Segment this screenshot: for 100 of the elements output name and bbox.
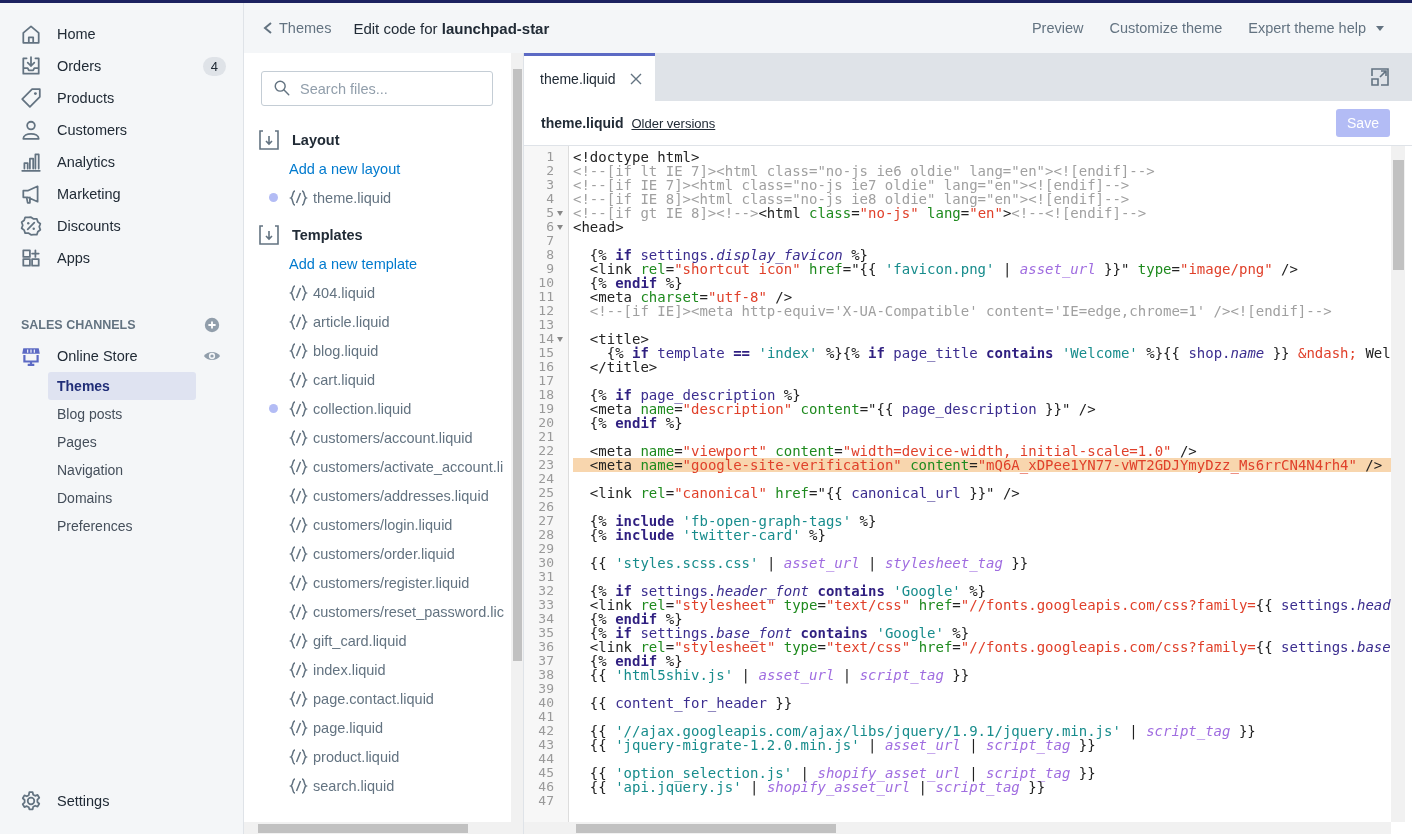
line-number: 20 [537,416,554,430]
discount-icon [20,215,42,237]
nav-item[interactable]: Products [0,82,243,114]
file-link[interactable]: collection.liquid [313,400,412,417]
file-link[interactable]: page.contact.liquid [313,690,434,707]
code-line: <link rel="stylesheet" type="text/css" href="//fonts.googleapis.com/css?family={{ settings.base [588,640,1391,654]
code-line: {% endif %} [588,612,683,626]
header-link[interactable]: Expert theme help [1248,20,1384,36]
file-link[interactable]: customers/reset_password.lic [313,603,504,620]
line-number: 30 [537,556,554,570]
code-line: {{ 'option_selection.js' | shopify_asset_url | script_tag }} [588,766,1097,780]
file-link[interactable]: gift_card.liquid [313,632,407,649]
file-title: theme.liquid [541,115,624,131]
line-number: 39 [537,682,554,696]
code-icon [289,486,308,505]
count-badge: 4 [202,56,226,76]
nav-item[interactable]: Customers [0,114,243,146]
code-icon [289,370,308,389]
back-link[interactable]: Themes [258,16,336,40]
line-number: 9 [545,262,554,276]
line-number: 27 [537,514,554,528]
editor-tab[interactable]: theme.liquid [524,53,655,101]
code-editor[interactable] [524,146,1391,822]
code-icon [289,312,308,331]
line-number: 7 [545,234,554,248]
nav-item[interactable]: Discounts [0,210,243,242]
nav-subitem[interactable]: Pages [48,428,196,456]
header-link[interactable]: Preview [1031,20,1084,36]
nav-item[interactable]: Apps [0,242,243,274]
line-number: 33 [537,598,554,612]
line-number: 32 [537,584,554,598]
older-versions-link[interactable]: Older versions [631,115,716,131]
expand-icon[interactable] [1369,66,1391,88]
add-icon[interactable] [203,316,221,334]
nav-subitem[interactable]: Navigation [48,456,196,484]
file-link[interactable]: page.liquid [313,719,384,736]
code-icon [289,544,308,563]
apps-icon [20,247,42,269]
file-link[interactable]: customers/addresses.liquid [313,487,489,504]
file-link[interactable]: customers/account.liquid [313,429,473,446]
tag-icon [20,87,42,109]
code-line: {{ 'styles.scss.css' | asset_url | stylesheet_tag }} [588,556,1030,570]
channel-link[interactable]: Online Store [57,348,203,364]
line-number: 25 [537,486,554,500]
file-link[interactable]: customers/register.liquid [313,574,470,591]
section-title: Templates [292,227,363,243]
line-number: 11 [537,290,554,304]
line-number: 19 [537,402,554,416]
line-number: 38 [537,668,554,682]
file-link[interactable]: cart.liquid [313,371,376,388]
nav-subitem[interactable]: Blog posts [48,400,196,428]
file-link[interactable]: blog.liquid [313,342,379,359]
file-link[interactable]: theme.liquid [313,189,392,206]
nav-item[interactable]: Marketing [0,178,243,210]
file-link[interactable]: customers/activate_account.li [313,458,504,475]
nav-item[interactable]: Analytics [0,146,243,178]
line-number: 13 [537,318,554,332]
fold-marker-icon[interactable] [557,224,563,230]
scrollbar[interactable] [511,53,523,822]
add-link[interactable]: Add a new layout [289,155,401,183]
nav-subitem[interactable]: Preferences [48,512,196,540]
file-link[interactable]: 404.liquid [313,284,376,301]
code-icon [289,428,308,447]
add-link[interactable]: Add a new template [289,250,418,278]
nav-item[interactable]: Orders 4 [0,50,243,82]
code-line: <!--[if lt IE 7]><html class="no-js ie6 oldie" lang="en"><![endif]--> [573,164,1156,178]
search-field[interactable]: Search files... [261,71,493,106]
scrollbar[interactable] [1391,146,1405,822]
header-link[interactable]: Customize theme [1109,20,1223,36]
line-number: 16 [537,360,554,374]
file-link[interactable]: customers/order.liquid [313,545,455,562]
line-number: 3 [545,178,554,192]
code-line: <title> [588,332,650,346]
file-link[interactable]: search.liquid [313,777,395,794]
fold-marker-icon[interactable] [557,336,563,342]
line-number: 23 [537,458,554,472]
code-icon [289,188,308,207]
fold-marker-icon[interactable] [557,210,563,216]
nav-subitem[interactable]: Themes [48,372,196,400]
code-icon [289,718,308,737]
code-line: {{ 'html5shiv.js' | asset_url | script_tag }} [588,668,971,682]
line-number: 5 [545,206,554,220]
folder-download-icon [259,225,279,245]
nav-subitem[interactable]: Domains [48,484,196,512]
code-line: {% endif %} [588,654,683,668]
nav-item[interactable]: Home [0,18,243,50]
nav-item[interactable]: Settings [0,785,243,817]
line-number: 1 [545,150,554,164]
scrollbar[interactable] [524,822,1391,834]
line-number: 22 [537,444,554,458]
line-number: 24 [537,472,554,486]
code-icon [289,573,308,592]
file-link[interactable]: customers/login.liquid [313,516,453,533]
page-title: Edit code for launchpad-star [353,19,550,37]
scrollbar[interactable] [244,822,523,834]
file-link[interactable]: index.liquid [313,661,386,678]
file-link[interactable]: article.liquid [313,313,390,330]
line-number: 47 [537,794,554,808]
file-link[interactable]: product.liquid [313,748,400,765]
settings-icon [20,790,42,812]
